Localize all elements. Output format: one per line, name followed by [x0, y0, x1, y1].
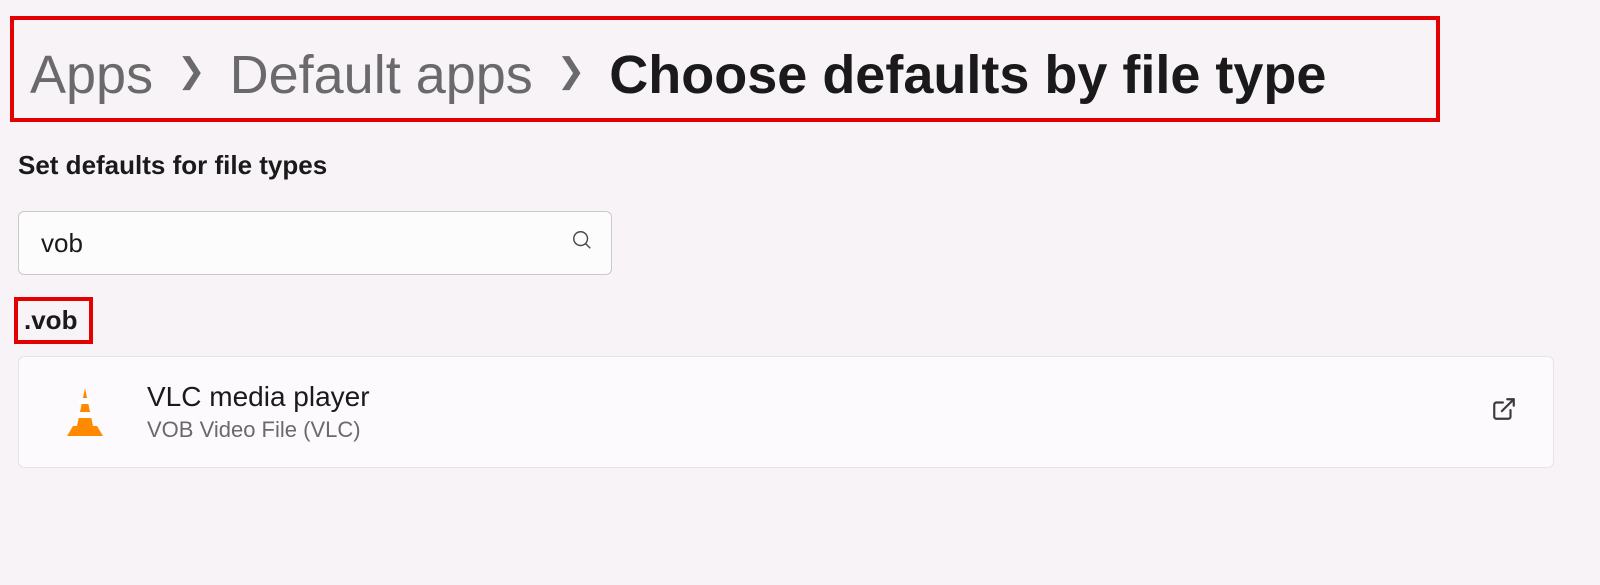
- breadcrumb: Apps ❯ Default apps ❯ Choose defaults by…: [10, 16, 1440, 122]
- breadcrumb-current: Choose defaults by file type: [609, 48, 1326, 102]
- search-icon: [571, 229, 593, 257]
- section-title: Set defaults for file types: [18, 150, 1600, 181]
- app-description: VOB Video File (VLC): [147, 417, 1491, 443]
- vlc-cone-icon: [59, 386, 111, 438]
- open-external-icon[interactable]: [1491, 396, 1517, 429]
- search-input[interactable]: [41, 228, 571, 259]
- default-app-row[interactable]: VLC media player VOB Video File (VLC): [18, 356, 1554, 468]
- extension-label: .vob: [14, 297, 93, 344]
- breadcrumb-link-default-apps[interactable]: Default apps: [230, 48, 533, 102]
- app-info: VLC media player VOB Video File (VLC): [147, 381, 1491, 443]
- search-box[interactable]: [18, 211, 612, 275]
- chevron-right-icon: ❯: [177, 54, 206, 88]
- chevron-right-icon: ❯: [557, 54, 586, 88]
- breadcrumb-link-apps[interactable]: Apps: [30, 48, 153, 102]
- app-name: VLC media player: [147, 381, 1491, 413]
